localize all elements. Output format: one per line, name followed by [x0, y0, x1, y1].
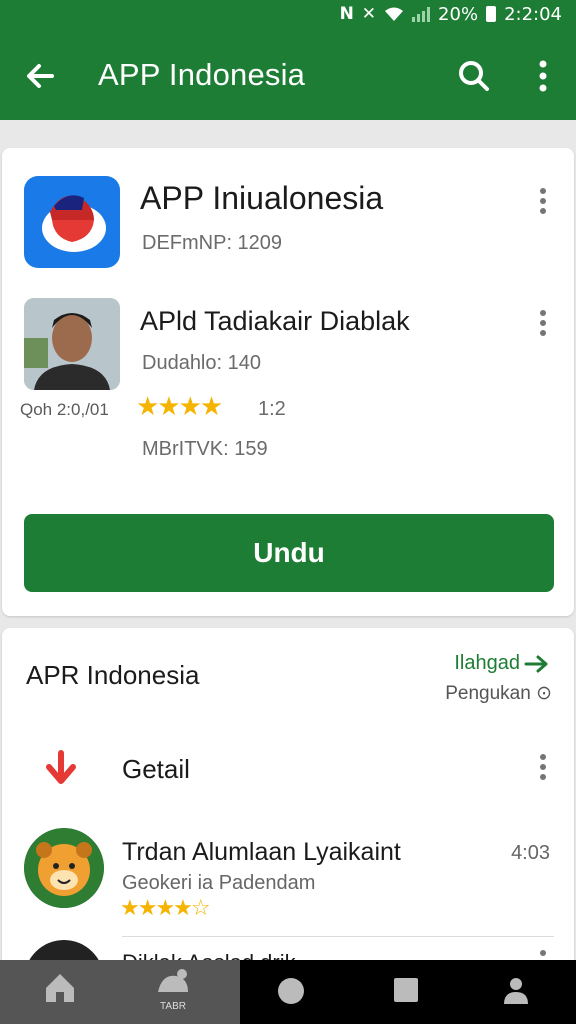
download-icon[interactable]: [26, 734, 96, 804]
featured-card: APP Iniualonesia DEFmNP: 1209 APld Tadia…: [2, 148, 574, 616]
recents-button-icon[interactable]: [394, 978, 418, 1002]
see-all-link[interactable]: Ilahgad: [454, 652, 550, 675]
clock: 2:2:04: [504, 3, 562, 25]
search-icon[interactable]: [456, 58, 492, 94]
section-subtitle: Pengukan ⊙: [445, 683, 552, 704]
list-item-time: 4:03: [511, 842, 550, 864]
see-all-label: Ilahgad: [454, 652, 520, 674]
app2-star-rating: ★★★★: [136, 392, 223, 422]
battery-percent: 20%: [438, 3, 479, 25]
app1-title[interactable]: APP Iniualonesia: [140, 180, 383, 217]
list-item-title[interactable]: Trdan Alumlaan Lyaikaint: [122, 838, 401, 867]
account-icon[interactable]: [500, 974, 532, 1006]
lion-app-icon[interactable]: [24, 828, 104, 908]
battery-icon: [486, 6, 497, 22]
bottom-nav: TABR: [0, 960, 576, 1024]
home-button-icon[interactable]: [278, 978, 304, 1004]
bottom-tabs: TABR: [0, 960, 240, 1024]
app2-date: Qoh 2:0,/01: [20, 400, 109, 419]
app2-info-line3: MBrITVK: 159: [142, 438, 268, 460]
section-title: APR Indonesia: [26, 660, 200, 690]
signal-icon: [412, 6, 431, 22]
nfc-icon: N: [339, 4, 354, 24]
wifi-icon: [385, 7, 404, 21]
home-icon[interactable]: [40, 968, 80, 1008]
developer-photo: [24, 298, 120, 390]
divider: [122, 936, 554, 937]
apps-tab-icon: [158, 969, 188, 992]
app-bar: APP Indonesia: [0, 48, 576, 104]
tab-apps-label: TABR: [160, 1001, 186, 1012]
item1-more-icon[interactable]: [534, 752, 552, 786]
list-item-subtitle: Geokeri ia Padendam: [122, 872, 316, 894]
tab-apps[interactable]: TABR: [150, 968, 196, 1018]
mute-icon: ✕: [361, 4, 377, 24]
list-item-star-rating: ★★★★☆: [120, 896, 211, 921]
app2-title[interactable]: APld Tadiakair Diablak: [140, 306, 410, 337]
app2-info-line1: Dudahlo: 140: [142, 352, 261, 374]
overflow-menu-icon[interactable]: [532, 58, 554, 94]
back-arrow-icon[interactable]: [22, 58, 58, 94]
install-button[interactable]: Undu: [24, 514, 554, 592]
app1-subtitle: DEFmNP: 1209: [142, 232, 283, 254]
app-logo-icon[interactable]: [24, 176, 120, 268]
page-title: APP Indonesia: [98, 57, 306, 92]
app2-more-icon[interactable]: [534, 308, 552, 342]
status-bar: N ✕ 20% 2:2:04: [340, 2, 562, 26]
arrow-right-icon: [524, 655, 548, 672]
app2-rating-value: 1:2: [258, 398, 286, 420]
app1-more-icon[interactable]: [534, 186, 552, 220]
app-list-card: APR Indonesia Ilahgad Pengukan ⊙ Getail …: [2, 628, 574, 968]
list-item-title[interactable]: Getail: [122, 754, 190, 785]
top-bar: N ✕ 20% 2:2:04 APP Indonesia: [0, 0, 576, 120]
